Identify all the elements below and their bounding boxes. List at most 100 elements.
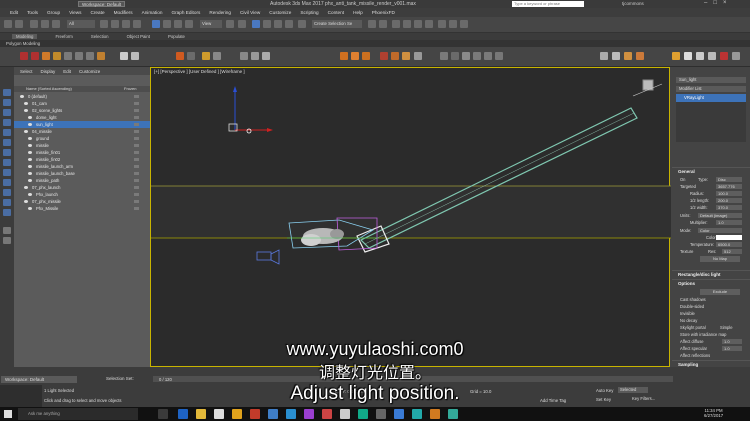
phoenix-tool-f-icon[interactable] — [440, 52, 448, 60]
percent-snap-icon[interactable] — [274, 20, 282, 28]
simple-checkbox[interactable]: Simple — [720, 325, 733, 330]
edit-named-selection-icon[interactable] — [298, 20, 306, 28]
material-editor-icon[interactable] — [425, 20, 433, 28]
vray-sun-icon[interactable] — [53, 52, 61, 60]
double-sided-checkbox[interactable]: Double-sided — [680, 304, 704, 309]
freeze-toggle-icon[interactable] — [134, 144, 139, 147]
vray-plane-icon[interactable] — [75, 52, 83, 60]
texture-checkbox[interactable]: Texture — [680, 249, 693, 254]
app-dark-icon[interactable] — [376, 409, 386, 419]
reference-coord-dropdown[interactable]: View — [200, 20, 222, 28]
visibility-eye-icon[interactable] — [28, 137, 32, 140]
named-selection-dropdown[interactable]: Create Selection Se — [312, 20, 362, 28]
phoenix-wind-icon[interactable] — [213, 52, 221, 60]
vray-render-icon[interactable] — [20, 52, 28, 60]
display-hidden-icon[interactable] — [3, 199, 11, 206]
name-column-header[interactable]: Name (Sorted Ascending) — [26, 86, 72, 91]
display-cameras-icon[interactable] — [3, 119, 11, 126]
explorer-row[interactable]: 04_missile — [14, 128, 150, 135]
link-icon[interactable] — [30, 20, 38, 28]
explorer-row[interactable]: 07_phx_missile — [14, 198, 150, 205]
explorer-row[interactable]: 07_phx_launch — [14, 184, 150, 191]
minimize-icon[interactable]: – — [704, 0, 707, 6]
phoenix-grid-icon[interactable] — [187, 52, 195, 60]
explorer-row[interactable]: missile_fin01 — [14, 149, 150, 156]
windows-start-icon[interactable] — [4, 410, 12, 418]
layer-explorer-icon[interactable] — [392, 20, 400, 28]
schematic-view-icon[interactable] — [414, 20, 422, 28]
phoenix-tool-k-icon[interactable] — [495, 52, 503, 60]
visibility-eye-icon[interactable] — [24, 109, 28, 112]
store-irradiance-checkbox[interactable]: Store with irradiance map — [680, 332, 726, 337]
freeze-toggle-icon[interactable] — [134, 137, 139, 140]
task-view-icon[interactable] — [158, 409, 168, 419]
workspace-dropdown[interactable]: Workspace: Default — [78, 1, 126, 7]
user-account[interactable]: tjcommons — [622, 1, 644, 6]
app-red-icon[interactable] — [250, 409, 260, 419]
menu-tools[interactable]: Tools — [27, 10, 38, 15]
render-icon[interactable] — [460, 20, 468, 28]
menu-animation[interactable]: Animation — [142, 10, 163, 15]
explorer-row[interactable]: missile_fin02 — [14, 156, 150, 163]
explorer-tab-customize[interactable]: Customize — [79, 69, 100, 74]
options-rollout[interactable]: Options — [672, 279, 750, 286]
menu-graph-editors[interactable]: Graph Editors — [171, 10, 200, 15]
display-bones-icon[interactable] — [3, 169, 11, 176]
radius-value[interactable]: 100.0 — [716, 191, 742, 196]
multiplier-value[interactable]: 1.0 — [716, 220, 742, 225]
display-helpers-icon[interactable] — [3, 129, 11, 136]
visibility-eye-icon[interactable] — [24, 200, 28, 203]
freeze-toggle-icon[interactable] — [134, 102, 139, 105]
no-decay-checkbox[interactable]: No decay — [680, 318, 697, 323]
explorer-row[interactable]: ground — [14, 135, 150, 142]
half-width-value[interactable]: 370.0 — [716, 205, 742, 210]
phoenix-foam-icon[interactable] — [340, 52, 348, 60]
visibility-eye-icon[interactable] — [28, 144, 32, 147]
menu-create[interactable]: Create — [90, 10, 104, 15]
freeze-toggle-icon[interactable] — [134, 172, 139, 175]
units-dropdown[interactable]: Default (image) — [698, 213, 742, 218]
undo-icon[interactable] — [4, 20, 12, 28]
angle-snap-icon[interactable] — [263, 20, 271, 28]
create-shapes-icon[interactable] — [684, 52, 692, 60]
scale-icon[interactable] — [174, 20, 182, 28]
pivot-icon[interactable] — [226, 20, 234, 28]
visibility-eye-icon[interactable] — [28, 116, 32, 119]
spinner-snap-icon[interactable] — [285, 20, 293, 28]
display-groups-icon[interactable] — [3, 149, 11, 156]
visibility-eye-icon[interactable] — [28, 179, 32, 182]
create-geometry-icon[interactable] — [672, 52, 680, 60]
phoenix-tool-a-icon[interactable] — [251, 52, 259, 60]
maximize-icon[interactable]: □ — [713, 0, 717, 6]
tab-freeform[interactable]: Freeform — [55, 34, 72, 39]
general-rollout[interactable]: General — [672, 167, 750, 174]
render-setup-icon[interactable] — [438, 20, 446, 28]
freeze-toggle-icon[interactable] — [134, 130, 139, 133]
on-checkbox[interactable]: On — [680, 177, 685, 182]
manipulate-icon[interactable] — [238, 20, 246, 28]
phoenix-tool-o-icon[interactable] — [636, 52, 644, 60]
freeze-toggle-icon[interactable] — [134, 207, 139, 210]
create-lights-icon[interactable] — [696, 52, 704, 60]
visibility-eye-icon[interactable] — [28, 193, 32, 196]
select-object-icon[interactable] — [100, 20, 108, 28]
create-helpers-icon[interactable] — [720, 52, 728, 60]
select-by-name-icon[interactable] — [111, 20, 119, 28]
explorer-header[interactable]: Name (Sorted Ascending) Frozen — [14, 86, 150, 92]
phoenix-tool-g-icon[interactable] — [451, 52, 459, 60]
display-geometry-icon[interactable] — [3, 89, 11, 96]
file-explorer-icon[interactable] — [196, 409, 206, 419]
freeze-toggle-icon[interactable] — [134, 95, 139, 98]
freeze-toggle-icon[interactable] — [134, 165, 139, 168]
phoenix-ocean-icon[interactable] — [380, 52, 388, 60]
menu-rendering[interactable]: Rendering — [209, 10, 231, 15]
system-clock[interactable]: 11:34 PM 6/27/2017 — [704, 408, 723, 418]
phoenix-tool-c-icon[interactable] — [391, 52, 399, 60]
edge-browser-icon[interactable] — [178, 409, 188, 419]
phoenix-tool-m-icon[interactable] — [612, 52, 620, 60]
mirror-icon[interactable] — [368, 20, 376, 28]
phoenix-tool-j-icon[interactable] — [484, 52, 492, 60]
explorer-row[interactable]: 0 (default) — [14, 93, 150, 100]
app-blue-icon[interactable] — [268, 409, 278, 419]
freeze-toggle-icon[interactable] — [134, 200, 139, 203]
